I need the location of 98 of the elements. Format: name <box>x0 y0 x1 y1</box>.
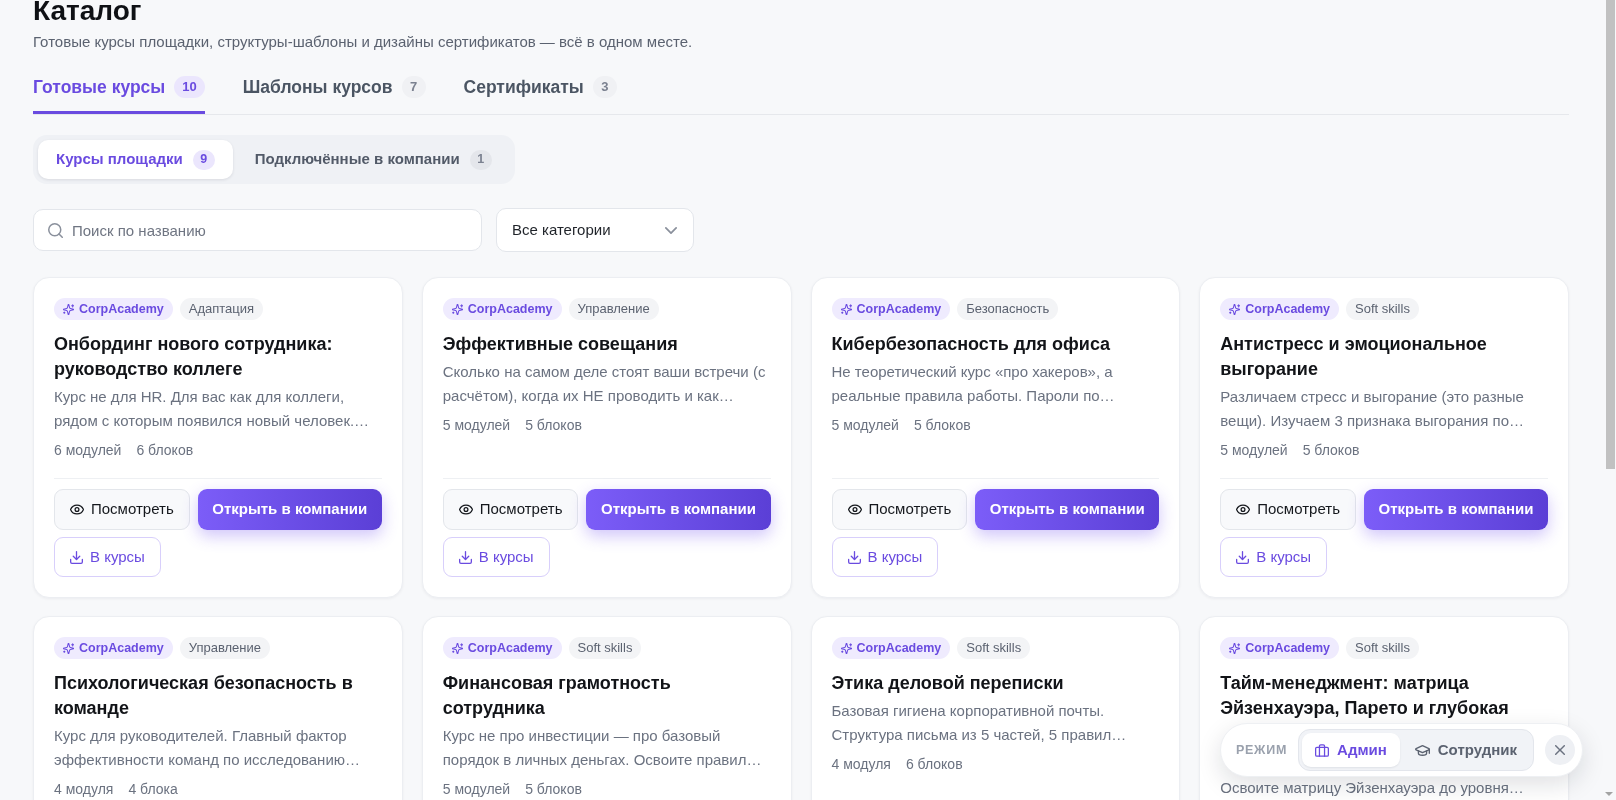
count-badge: 1 <box>469 149 492 170</box>
close-icon <box>1555 745 1565 755</box>
tab[interactable]: Сертификаты 3 <box>463 63 617 114</box>
category-tag: Soft skills <box>957 637 1031 659</box>
mode-option[interactable]: Админ <box>1302 733 1400 767</box>
course-stat: 4 модуля <box>831 755 891 773</box>
chevron-down-icon <box>665 226 677 234</box>
course-stat: 4 модуля <box>54 780 114 798</box>
course-stat: 5 блоков <box>1302 441 1360 459</box>
category-tag: Soft skills <box>568 637 642 659</box>
course-stat: 5 модулей <box>442 416 511 434</box>
course-title: Антистресс и эмоциональное выгорание <box>1220 333 1488 381</box>
course-description: Освоите матрицу Эйзенхауэра до уровня… <box>1220 778 1525 798</box>
course-stat: 6 модулей <box>54 441 122 459</box>
course-title: Онбординг нового сотрудника: руководство коллеге <box>54 333 334 381</box>
search-field[interactable]: Поиск по названию <box>33 209 482 251</box>
add-to-courses-button[interactable]: В курсы <box>442 537 550 577</box>
open-in-company-button[interactable]: Открыть в компании <box>1363 489 1548 530</box>
count-badge: 10 <box>174 76 205 98</box>
open-in-company-button[interactable]: Открыть в компании <box>197 489 382 530</box>
course-stat: 4 блока <box>128 780 178 798</box>
sparkles-icon <box>840 303 852 315</box>
open-in-company-button[interactable]: Открыть в компании <box>975 489 1160 530</box>
course-stat: 5 модулей <box>831 416 899 434</box>
view-button[interactable]: Посмотреть <box>54 489 190 530</box>
sparkles-icon <box>1229 642 1241 654</box>
category-tag: Soft skills <box>1346 637 1419 659</box>
eye-icon <box>70 504 84 515</box>
graduation-cap-icon <box>1414 744 1430 756</box>
course-title: Кибербезопасность для офиса <box>831 333 1112 356</box>
category-tag: Управление <box>568 298 659 320</box>
category-tag: Адаптация <box>179 298 264 320</box>
course-stat: 5 модулей <box>442 780 511 798</box>
tab[interactable]: Шаблоны курсов 7 <box>242 63 426 114</box>
course-stat: 5 модулей <box>1220 441 1288 459</box>
provider-name: CorpAcademy <box>79 639 164 657</box>
count-badge: 9 <box>192 149 215 170</box>
course-description: Различаем стресс и выгорание (это разные вещи). Изучаем 3 признака выгорания по… <box>1220 387 1525 431</box>
course-stat: 6 блоков <box>136 441 194 459</box>
provider-name: CorpAcademy <box>467 639 553 657</box>
view-button[interactable]: Посмотреть <box>1220 489 1356 530</box>
search-icon <box>48 223 63 238</box>
course-title: Психологическая безопасность в команде <box>54 672 354 720</box>
view-button[interactable]: Посмотреть <box>442 489 579 530</box>
view-button[interactable]: Посмотреть <box>831 489 968 530</box>
sparkles-icon <box>840 642 852 654</box>
course-stat: 5 блоков <box>913 416 971 434</box>
segment-tab[interactable]: Подключённые в компании 1 <box>236 140 510 179</box>
course-stat: 5 блоков <box>525 416 582 434</box>
course-description: Курс не про инвестиции — про базовый порядок в личных деньгах. Освоите правил… <box>442 726 763 770</box>
provider-name: CorpAcademy <box>856 639 942 657</box>
sparkles-icon <box>451 642 463 654</box>
sparkles-icon <box>63 642 74 654</box>
provider-name: CorpAcademy <box>79 300 164 318</box>
download-icon <box>70 550 83 564</box>
page-subtitle: Готовые курсы площадки, структуры-шаблоны и дизайны сертификатов — всё в одном месте. <box>33 32 694 52</box>
course-description: Не теоретический курс «про хакеров», а реальные правила работы. Пароли по… <box>831 362 1116 406</box>
course-description: Курс для руководителей. Главный фактор эффективности команд по исследованию… <box>54 726 362 770</box>
provider-name: CorpAcademy <box>467 300 553 318</box>
download-icon <box>458 550 472 564</box>
mode-option[interactable]: Сотрудник <box>1401 733 1530 767</box>
close-button[interactable] <box>1545 735 1575 765</box>
add-to-courses-button[interactable]: В курсы <box>54 537 161 577</box>
course-title: Тайм-менеджмент: матрица Эйзенхауэра, Парето и глубокая <box>1220 672 1510 720</box>
add-to-courses-button[interactable]: В курсы <box>1220 537 1328 577</box>
eye-icon <box>847 504 862 515</box>
sparkles-icon <box>1229 303 1241 315</box>
eye-icon <box>1236 504 1251 515</box>
provider-name: CorpAcademy <box>1245 639 1330 657</box>
category-tag: Безопасность <box>957 298 1059 320</box>
page-title: Каталог <box>33 0 143 22</box>
mode-label: РЕЖИМ <box>1235 741 1288 759</box>
course-title: Этика деловой переписки <box>831 672 1065 695</box>
count-badge: 3 <box>592 76 617 98</box>
course-description: Базовая гигиена корпоративной почты. Структура письма из 5 частей, 5 правил… <box>831 701 1128 745</box>
eye-icon <box>458 504 473 515</box>
scroll-down-arrow-icon[interactable] <box>1605 792 1613 796</box>
briefcase-icon <box>1315 743 1330 757</box>
course-stat: 5 блоков <box>525 780 582 798</box>
sparkles-icon <box>63 303 74 315</box>
course-title: Эффективные совещания <box>442 333 679 356</box>
course-stat: 6 блоков <box>905 755 963 773</box>
category-tag: Soft skills <box>1346 298 1419 320</box>
course-description: Курс не для HR. Для вас как для коллеги, рядом с которым появился новый человек.… <box>54 387 371 431</box>
category-tag: Управление <box>179 637 271 659</box>
add-to-courses-button[interactable]: В курсы <box>831 537 939 577</box>
category-dropdown[interactable]: Все категории <box>496 208 694 252</box>
download-icon <box>1236 550 1250 564</box>
segment-tab[interactable]: Курсы площадки 9 <box>38 140 233 179</box>
download-icon <box>847 550 861 564</box>
course-title: Финансовая грамотность сотрудника <box>442 672 672 720</box>
open-in-company-button[interactable]: Открыть в компании <box>586 489 771 530</box>
count-badge: 7 <box>401 76 426 98</box>
course-description: Сколько на самом деле стоят ваши встречи (с расчётом), когда их НЕ проводить и как… <box>442 362 767 406</box>
scrollbar-thumb[interactable] <box>1606 0 1615 469</box>
sparkles-icon <box>451 303 463 315</box>
provider-name: CorpAcademy <box>856 300 942 318</box>
provider-name: CorpAcademy <box>1245 300 1330 318</box>
